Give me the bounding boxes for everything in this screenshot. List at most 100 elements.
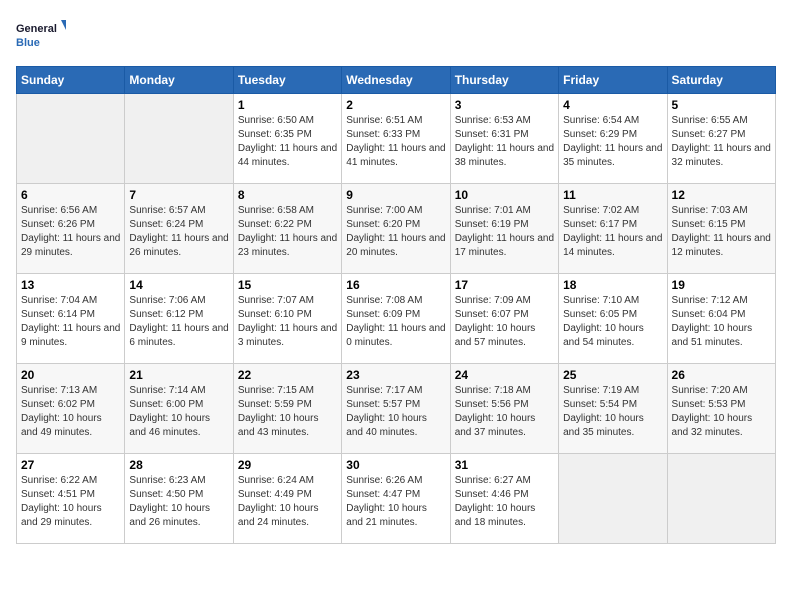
calendar-cell: 16Sunrise: 7:08 AMSunset: 6:09 PMDayligh… [342, 274, 450, 364]
day-info: Sunrise: 7:15 AMSunset: 5:59 PMDaylight:… [238, 384, 337, 440]
calendar-cell: 26 Sunrise: 7:20 AMSunset: 5:53 PMDayligh… [667, 364, 775, 454]
calendar-cell: 14 Sunrise: 7:06 AMSunset: 6:12 PMDayligh… [125, 274, 233, 364]
day-number: 8 [238, 188, 337, 202]
day-number: 23 [346, 368, 445, 382]
calendar-cell [559, 454, 667, 544]
calendar-body: 1 Sunrise: 6:50 AMSunset: 6:35 PMDaylight… [17, 94, 776, 544]
calendar-cell: 9Sunrise: 7:00 AMSunset: 6:20 PMDaylight… [342, 184, 450, 274]
calendar-cell: 10 Sunrise: 7:01 AMSunset: 6:19 PMDayligh… [450, 184, 558, 274]
day-number: 2 [346, 98, 445, 112]
day-info: Sunrise: 6:24 AMSunset: 4:49 PMDaylight:… [238, 474, 337, 530]
day-number: 10 [455, 188, 554, 202]
day-info: Sunrise: 6:22 AMSunset: 4:51 PMDaylight:… [21, 474, 120, 530]
weekday-header: Thursday [450, 67, 558, 94]
day-number: 13 [21, 278, 120, 292]
calendar-cell: 22Sunrise: 7:15 AMSunset: 5:59 PMDayligh… [233, 364, 341, 454]
day-info: Sunrise: 7:12 AMSunset: 6:04 PMDaylight:… [672, 294, 771, 350]
logo-icon: General Blue [16, 16, 66, 56]
day-number: 21 [129, 368, 228, 382]
weekday-header: Friday [559, 67, 667, 94]
calendar-cell: 23Sunrise: 7:17 AMSunset: 5:57 PMDayligh… [342, 364, 450, 454]
calendar-cell: 2Sunrise: 6:51 AMSunset: 6:33 PMDaylight… [342, 94, 450, 184]
day-info: Sunrise: 7:19 AMSunset: 5:54 PMDaylight:… [563, 384, 662, 440]
day-info: Sunrise: 7:00 AMSunset: 6:20 PMDaylight:… [346, 204, 445, 260]
day-number: 26 [672, 368, 771, 382]
day-number: 27 [21, 458, 120, 472]
calendar-cell: 4 Sunrise: 6:54 AMSunset: 6:29 PMDaylight… [559, 94, 667, 184]
svg-text:General: General [16, 23, 57, 35]
calendar-cell: 30Sunrise: 6:26 AMSunset: 4:47 PMDayligh… [342, 454, 450, 544]
calendar-cell: 7 Sunrise: 6:57 AMSunset: 6:24 PMDaylight… [125, 184, 233, 274]
day-info: Sunrise: 7:20 AMSunset: 5:53 PMDaylight:… [672, 384, 771, 440]
calendar-cell: 29 Sunrise: 6:24 AMSunset: 4:49 PMDayligh… [233, 454, 341, 544]
day-number: 6 [21, 188, 120, 202]
day-number: 14 [129, 278, 228, 292]
calendar-cell: 24 Sunrise: 7:18 AMSunset: 5:56 PMDayligh… [450, 364, 558, 454]
day-number: 31 [455, 458, 554, 472]
weekday-header: Monday [125, 67, 233, 94]
day-info: Sunrise: 6:54 AMSunset: 6:29 PMDaylight:… [563, 114, 662, 170]
calendar-cell: 19 Sunrise: 7:12 AMSunset: 6:04 PMDayligh… [667, 274, 775, 364]
day-info: Sunrise: 7:01 AMSunset: 6:19 PMDaylight:… [455, 204, 554, 260]
calendar-cell: 1 Sunrise: 6:50 AMSunset: 6:35 PMDaylight… [233, 94, 341, 184]
day-number: 29 [238, 458, 337, 472]
calendar-week-row: 13 Sunrise: 7:04 AMSunset: 6:14 PMDayligh… [17, 274, 776, 364]
day-info: Sunrise: 7:13 AMSunset: 6:02 PMDaylight:… [21, 384, 120, 440]
day-number: 3 [455, 98, 554, 112]
day-info: Sunrise: 7:03 AMSunset: 6:15 PMDaylight:… [672, 204, 771, 260]
day-number: 17 [455, 278, 554, 292]
day-info: Sunrise: 6:53 AMSunset: 6:31 PMDaylight:… [455, 114, 554, 170]
calendar-header: SundayMondayTuesdayWednesdayThursdayFrid… [17, 67, 776, 94]
calendar-cell [125, 94, 233, 184]
day-number: 25 [563, 368, 662, 382]
calendar-cell [17, 94, 125, 184]
calendar-week-row: 6 Sunrise: 6:56 AMSunset: 6:26 PMDaylight… [17, 184, 776, 274]
day-info: Sunrise: 6:55 AMSunset: 6:27 PMDaylight:… [672, 114, 771, 170]
weekday-header: Tuesday [233, 67, 341, 94]
calendar-cell: 28Sunrise: 6:23 AMSunset: 4:50 PMDayligh… [125, 454, 233, 544]
day-info: Sunrise: 7:18 AMSunset: 5:56 PMDaylight:… [455, 384, 554, 440]
day-info: Sunrise: 6:57 AMSunset: 6:24 PMDaylight:… [129, 204, 228, 260]
calendar-cell: 6 Sunrise: 6:56 AMSunset: 6:26 PMDaylight… [17, 184, 125, 274]
day-info: Sunrise: 7:09 AMSunset: 6:07 PMDaylight:… [455, 294, 554, 350]
day-info: Sunrise: 7:10 AMSunset: 6:05 PMDaylight:… [563, 294, 662, 350]
day-number: 19 [672, 278, 771, 292]
day-number: 20 [21, 368, 120, 382]
calendar-cell: 25 Sunrise: 7:19 AMSunset: 5:54 PMDayligh… [559, 364, 667, 454]
svg-text:Blue: Blue [16, 37, 40, 49]
calendar-cell: 21 Sunrise: 7:14 AMSunset: 6:00 PMDayligh… [125, 364, 233, 454]
day-info: Sunrise: 6:56 AMSunset: 6:26 PMDaylight:… [21, 204, 120, 260]
day-number: 11 [563, 188, 662, 202]
calendar-cell [667, 454, 775, 544]
calendar-cell: 31Sunrise: 6:27 AMSunset: 4:46 PMDayligh… [450, 454, 558, 544]
day-number: 7 [129, 188, 228, 202]
weekday-header: Saturday [667, 67, 775, 94]
day-info: Sunrise: 7:08 AMSunset: 6:09 PMDaylight:… [346, 294, 445, 350]
day-info: Sunrise: 6:50 AMSunset: 6:35 PMDaylight:… [238, 114, 337, 170]
day-info: Sunrise: 7:07 AMSunset: 6:10 PMDaylight:… [238, 294, 337, 350]
calendar-cell: 3 Sunrise: 6:53 AMSunset: 6:31 PMDaylight… [450, 94, 558, 184]
calendar-week-row: 27 Sunrise: 6:22 AMSunset: 4:51 PMDayligh… [17, 454, 776, 544]
day-number: 1 [238, 98, 337, 112]
calendar-cell: 13 Sunrise: 7:04 AMSunset: 6:14 PMDayligh… [17, 274, 125, 364]
header-row: SundayMondayTuesdayWednesdayThursdayFrid… [17, 67, 776, 94]
day-number: 5 [672, 98, 771, 112]
calendar-cell: 11 Sunrise: 7:02 AMSunset: 6:17 PMDayligh… [559, 184, 667, 274]
day-number: 24 [455, 368, 554, 382]
day-number: 4 [563, 98, 662, 112]
calendar-cell: 15Sunrise: 7:07 AMSunset: 6:10 PMDayligh… [233, 274, 341, 364]
weekday-header: Wednesday [342, 67, 450, 94]
page-header: General Blue [16, 16, 776, 56]
day-info: Sunrise: 7:14 AMSunset: 6:00 PMDaylight:… [129, 384, 228, 440]
day-info: Sunrise: 6:23 AMSunset: 4:50 PMDaylight:… [129, 474, 228, 530]
day-info: Sunrise: 7:04 AMSunset: 6:14 PMDaylight:… [21, 294, 120, 350]
day-info: Sunrise: 7:02 AMSunset: 6:17 PMDaylight:… [563, 204, 662, 260]
calendar-cell: 17 Sunrise: 7:09 AMSunset: 6:07 PMDayligh… [450, 274, 558, 364]
day-number: 12 [672, 188, 771, 202]
day-number: 30 [346, 458, 445, 472]
calendar-week-row: 20 Sunrise: 7:13 AMSunset: 6:02 PMDayligh… [17, 364, 776, 454]
calendar-cell: 18Sunrise: 7:10 AMSunset: 6:05 PMDayligh… [559, 274, 667, 364]
calendar-table: SundayMondayTuesdayWednesdayThursdayFrid… [16, 66, 776, 544]
day-info: Sunrise: 7:06 AMSunset: 6:12 PMDaylight:… [129, 294, 228, 350]
calendar-week-row: 1 Sunrise: 6:50 AMSunset: 6:35 PMDaylight… [17, 94, 776, 184]
